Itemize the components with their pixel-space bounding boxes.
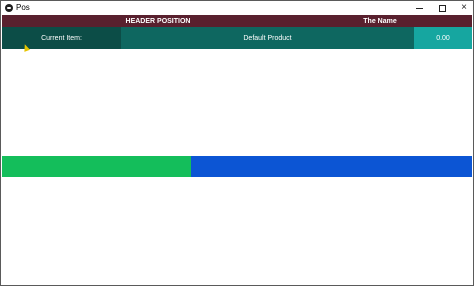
minimize-icon	[415, 7, 423, 9]
title-bar[interactable]: Pos ×	[1, 1, 473, 15]
green-panel[interactable]	[2, 156, 191, 177]
header-name-label: The Name	[363, 17, 397, 25]
current-item-row: Current Item: Default Product 0.00	[2, 27, 472, 49]
header-bar: HEADER POSITION The Name	[2, 15, 472, 27]
product-price[interactable]: 0.00	[414, 27, 472, 49]
close-icon: ×	[461, 2, 467, 13]
window-title: Pos	[16, 3, 30, 12]
close-button[interactable]: ×	[453, 1, 473, 15]
product-name[interactable]: Default Product	[121, 27, 414, 49]
app-icon	[5, 4, 13, 12]
blue-panel[interactable]	[191, 156, 472, 177]
current-item-label: Current Item:	[2, 27, 121, 49]
app-window: Pos × HEADER POSITION The Name Current I…	[0, 0, 474, 286]
maximize-button[interactable]	[431, 1, 453, 15]
minimize-button[interactable]	[408, 1, 430, 15]
maximize-icon	[438, 4, 446, 12]
header-position-label: HEADER POSITION	[125, 17, 191, 25]
